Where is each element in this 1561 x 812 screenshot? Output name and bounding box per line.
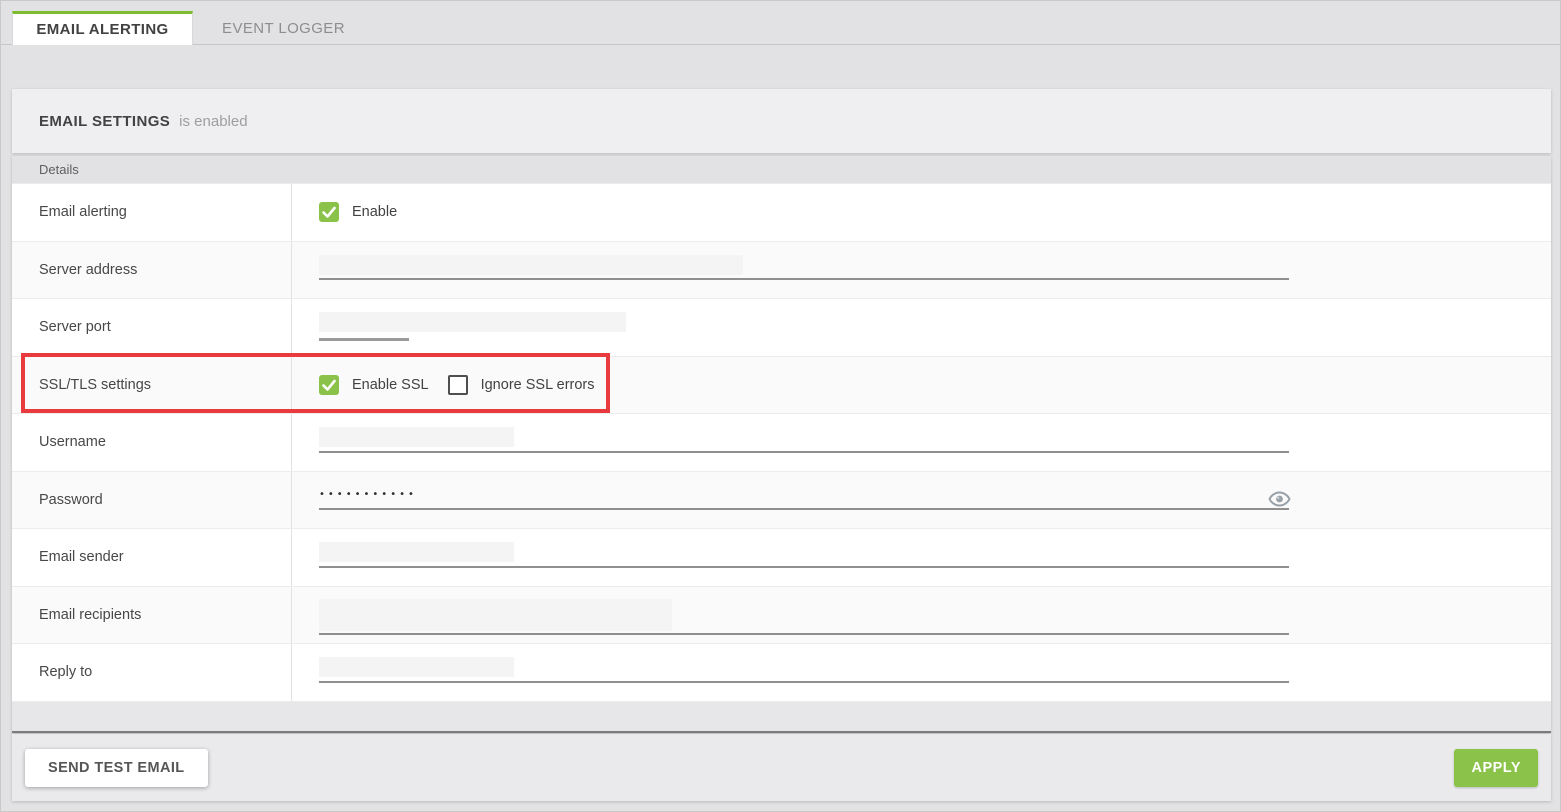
- server-port-input[interactable]: [292, 299, 1551, 356]
- password-input[interactable]: •••••••••••: [292, 472, 1551, 529]
- check-icon: [319, 375, 339, 395]
- row-label: Server port: [12, 299, 292, 356]
- eye-icon[interactable]: [1268, 491, 1291, 507]
- check-icon: [319, 202, 339, 222]
- username-input[interactable]: [292, 414, 1551, 471]
- apply-button[interactable]: APPLY: [1454, 749, 1538, 787]
- row-reply-to: Reply to: [12, 643, 1551, 701]
- banner-title: EMAIL SETTINGS: [39, 113, 170, 130]
- redacted-value-blur: [319, 255, 743, 275]
- row-password: Password •••••••••••: [12, 471, 1551, 529]
- enable-checkbox-group: Enable: [319, 202, 397, 222]
- row-label: Password: [12, 472, 292, 529]
- row-control: Enable: [292, 184, 1551, 241]
- redacted-value-blur: [319, 312, 626, 332]
- enable-ssl-checkbox-group: Enable SSL: [319, 375, 429, 395]
- row-ssl-tls-settings: SSL/TLS settings Enable SSL Ignore SSL e…: [12, 356, 1551, 414]
- row-username: Username: [12, 413, 1551, 471]
- email-settings-screen: EMAIL ALERTING EVENT LOGGER EMAIL SETTIN…: [0, 0, 1561, 812]
- banner-status: is enabled: [179, 113, 247, 130]
- tab-email-alerting-label: EMAIL ALERTING: [36, 21, 168, 38]
- row-label: Email alerting: [12, 184, 292, 241]
- tab-email-alerting[interactable]: EMAIL ALERTING: [12, 11, 193, 45]
- ignore-ssl-errors-checkbox[interactable]: [448, 375, 468, 395]
- tab-bar: EMAIL ALERTING EVENT LOGGER: [1, 11, 1560, 45]
- input-underline: [319, 633, 1289, 635]
- input-underline: [319, 681, 1289, 683]
- row-email-alerting: Email alerting Enable: [12, 183, 1551, 241]
- redacted-value-blur: [319, 599, 672, 631]
- input-underline: [319, 451, 1289, 453]
- email-recipients-input[interactable]: [292, 587, 1551, 644]
- row-label: Username: [12, 414, 292, 471]
- ignore-ssl-errors-checkbox-group: Ignore SSL errors: [448, 375, 595, 395]
- input-underline: [319, 278, 1289, 280]
- tab-event-logger-label: EVENT LOGGER: [222, 20, 345, 37]
- row-server-address: Server address: [12, 241, 1551, 299]
- input-underline: [319, 566, 1289, 568]
- masked-password-value: •••••••••••: [319, 489, 417, 500]
- enable-checkbox-label: Enable: [352, 204, 397, 220]
- enable-ssl-checkbox[interactable]: [319, 375, 339, 395]
- footer-bar: SEND TEST EMAIL APPLY: [12, 734, 1551, 801]
- row-email-sender: Email sender: [12, 528, 1551, 586]
- tab-event-logger[interactable]: EVENT LOGGER: [193, 11, 374, 45]
- row-control: Enable SSL Ignore SSL errors: [292, 357, 1551, 414]
- redacted-value-blur: [319, 542, 514, 562]
- redacted-value-blur: [319, 657, 514, 677]
- server-address-input[interactable]: [292, 242, 1551, 299]
- send-test-email-button[interactable]: SEND TEST EMAIL: [25, 749, 208, 787]
- row-server-port: Server port: [12, 298, 1551, 356]
- row-label: Reply to: [12, 644, 292, 701]
- reply-to-input[interactable]: [292, 644, 1551, 701]
- details-section-header: Details: [12, 156, 1551, 183]
- row-label: Email recipients: [12, 587, 292, 644]
- input-underline: [319, 508, 1289, 510]
- enable-checkbox[interactable]: [319, 202, 339, 222]
- row-label: SSL/TLS settings: [12, 357, 292, 414]
- ignore-ssl-errors-checkbox-label: Ignore SSL errors: [481, 377, 595, 393]
- redacted-value-blur: [319, 427, 514, 447]
- row-label: Server address: [12, 242, 292, 299]
- row-label: Email sender: [12, 529, 292, 586]
- enable-ssl-checkbox-label: Enable SSL: [352, 377, 429, 393]
- details-panel: Details Email alerting Enable Server add…: [12, 156, 1551, 733]
- email-sender-input[interactable]: [292, 529, 1551, 586]
- email-settings-banner: EMAIL SETTINGS is enabled: [12, 89, 1551, 153]
- panel-bottom-spacer: [12, 701, 1551, 731]
- input-underline: [319, 338, 409, 341]
- row-email-recipients: Email recipients: [12, 586, 1551, 644]
